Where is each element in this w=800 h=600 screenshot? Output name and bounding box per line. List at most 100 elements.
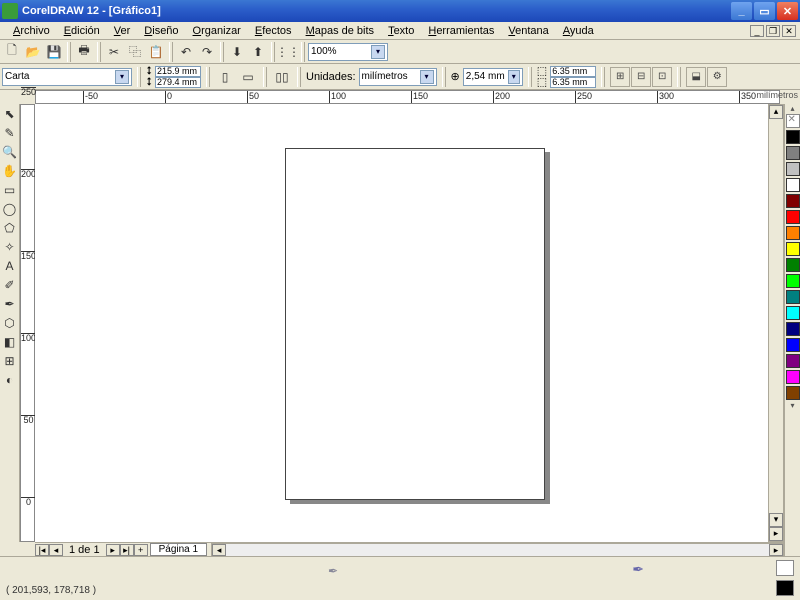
nudge-input[interactable]: ▾ — [463, 68, 523, 86]
scroll-up-icon[interactable]: ▴ — [769, 105, 783, 119]
eyedropper-tool[interactable]: ◧ — [0, 332, 19, 351]
snap-btn[interactable]: ⊟ — [631, 67, 651, 87]
page[interactable] — [285, 148, 545, 500]
units-input[interactable] — [362, 71, 420, 82]
doc-restore[interactable]: ❐ — [766, 25, 780, 37]
page-width-input[interactable] — [155, 66, 201, 77]
color-swatch[interactable] — [786, 146, 800, 160]
fill-indicator[interactable] — [776, 560, 794, 576]
color-swatch[interactable] — [786, 194, 800, 208]
last-page-button[interactable]: ▸| — [120, 544, 134, 556]
new-icon[interactable]: 🗋 — [2, 42, 22, 62]
palette-up-icon[interactable]: ▴ — [790, 104, 794, 113]
pick-tool[interactable]: ⬉ — [0, 104, 19, 123]
color-swatch[interactable] — [786, 354, 800, 368]
dup-x-input[interactable] — [550, 66, 596, 77]
paste-icon[interactable]: 📋 — [146, 42, 166, 62]
rectangle-tool[interactable]: ▭ — [0, 180, 19, 199]
align-btn[interactable]: ⬓ — [686, 67, 706, 87]
add-page-button[interactable]: + — [134, 544, 148, 556]
zoom-combo[interactable]: ▾ — [308, 43, 388, 61]
prev-page-button[interactable]: ◂ — [49, 544, 63, 556]
page-height-input[interactable] — [155, 77, 201, 88]
snap-btn[interactable]: ⊡ — [652, 67, 672, 87]
redo-icon[interactable]: ↷ — [197, 42, 217, 62]
zoom-input[interactable] — [311, 46, 371, 57]
menu-diseño[interactable]: Diseño — [137, 24, 185, 38]
scroll-left-icon[interactable]: ◂ — [212, 544, 226, 556]
next-page-button[interactable]: ▸ — [106, 544, 120, 556]
freehand-tool[interactable]: ✐ — [0, 275, 19, 294]
chevron-down-icon[interactable]: ▾ — [420, 70, 434, 84]
scroll-right-icon[interactable]: ▸ — [769, 527, 783, 541]
color-swatch[interactable] — [786, 370, 800, 384]
units-combo[interactable]: ▾ — [359, 68, 437, 86]
color-swatch[interactable] — [786, 178, 800, 192]
menu-mapas-de-bits[interactable]: Mapas de bits — [299, 24, 382, 38]
text-tool[interactable]: A — [0, 256, 19, 275]
menu-herramientas[interactable]: Herramientas — [421, 24, 501, 38]
outline-indicator[interactable] — [776, 580, 794, 596]
polygon-tool[interactable]: ⬠ — [0, 218, 19, 237]
menu-ver[interactable]: Ver — [107, 24, 138, 38]
color-swatch[interactable] — [786, 274, 800, 288]
spinner-icon[interactable]: ▾ — [508, 70, 520, 84]
menu-archivo[interactable]: Archivo — [6, 24, 57, 38]
interactive-tool[interactable]: ⬡ — [0, 313, 19, 332]
zoom-tool[interactable]: 🔍 — [0, 142, 19, 161]
canvas[interactable] — [35, 104, 784, 542]
open-icon[interactable]: 📂 — [23, 42, 43, 62]
facing-pages-icon[interactable]: ▯▯ — [272, 67, 292, 87]
vertical-scrollbar[interactable]: ▴ ▾ ▸ — [768, 104, 784, 542]
scroll-down-icon[interactable]: ▾ — [769, 513, 783, 527]
maximize-button[interactable]: ▭ — [754, 2, 775, 20]
undo-icon[interactable]: ↶ — [176, 42, 196, 62]
color-swatch[interactable] — [786, 258, 800, 272]
ellipse-tool[interactable]: ◯ — [0, 199, 19, 218]
color-swatch[interactable] — [786, 386, 800, 400]
save-icon[interactable]: 💾 — [44, 42, 64, 62]
import-icon[interactable]: ⬇ — [227, 42, 247, 62]
color-swatch[interactable] — [786, 306, 800, 320]
menu-organizar[interactable]: Organizar — [186, 24, 248, 38]
fill-tool[interactable]: ◐ — [0, 370, 19, 389]
doc-minimize[interactable]: _ — [750, 25, 764, 37]
snap-btn[interactable]: ⊞ — [610, 67, 630, 87]
options-btn[interactable]: ⚙ — [707, 67, 727, 87]
menu-texto[interactable]: Texto — [381, 24, 421, 38]
hand-tool[interactable]: ✋ — [0, 161, 19, 180]
color-swatch[interactable] — [786, 210, 800, 224]
color-swatch[interactable] — [786, 322, 800, 336]
color-swatch[interactable] — [786, 290, 800, 304]
scroll-right-icon[interactable]: ▸ — [769, 544, 783, 556]
shape-tool[interactable]: ✎ — [0, 123, 19, 142]
paper-input[interactable] — [5, 71, 115, 82]
palette-down-icon[interactable]: ▾ — [790, 401, 794, 410]
menu-edición[interactable]: Edición — [57, 24, 107, 38]
menu-ayuda[interactable]: Ayuda — [556, 24, 601, 38]
pen-tool[interactable]: ✒ — [0, 294, 19, 313]
color-swatch[interactable] — [786, 242, 800, 256]
cut-icon[interactable]: ✂ — [104, 42, 124, 62]
copy-icon[interactable]: ⿻ — [125, 42, 145, 62]
no-color-swatch[interactable] — [786, 114, 800, 128]
chevron-down-icon[interactable]: ▾ — [371, 45, 385, 59]
paper-combo[interactable]: ▾ — [2, 68, 132, 86]
landscape-icon[interactable]: ▭ — [238, 67, 258, 87]
minimize-button[interactable]: _ — [731, 2, 752, 20]
horizontal-scrollbar[interactable]: ◂ ▸ — [211, 543, 784, 557]
dup-y-input[interactable] — [550, 77, 596, 88]
basic-shapes-tool[interactable]: ✧ — [0, 237, 19, 256]
menu-efectos[interactable]: Efectos — [248, 24, 299, 38]
color-swatch[interactable] — [786, 338, 800, 352]
first-page-button[interactable]: |◂ — [35, 544, 49, 556]
doc-close[interactable]: ✕ — [782, 25, 796, 37]
color-swatch[interactable] — [786, 162, 800, 176]
page-tab[interactable]: Página 1 — [150, 543, 207, 556]
portrait-icon[interactable]: ▯ — [215, 67, 235, 87]
menu-ventana[interactable]: Ventana — [501, 24, 555, 38]
outline-tool[interactable]: ⊞ — [0, 351, 19, 370]
app-launcher-icon[interactable]: ⋮⋮ — [278, 42, 298, 62]
chevron-down-icon[interactable]: ▾ — [115, 70, 129, 84]
close-button[interactable]: ✕ — [777, 2, 798, 20]
